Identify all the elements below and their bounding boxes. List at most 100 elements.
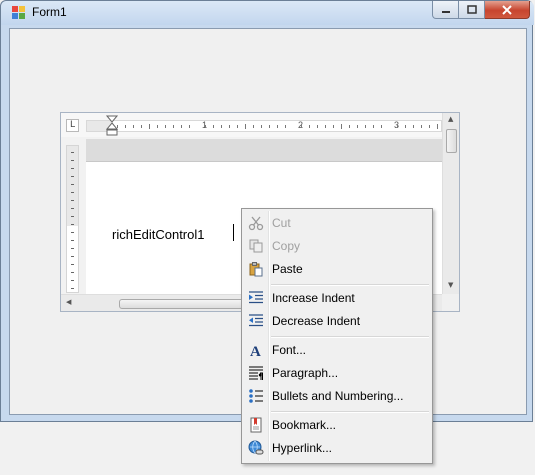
menu-item-label: Cut xyxy=(272,216,291,230)
menu-item-font[interactable]: A Font... xyxy=(244,339,430,361)
menu-item-paste[interactable]: Paste xyxy=(244,258,430,280)
menu-item-decrease-indent[interactable]: Decrease Indent xyxy=(244,310,430,332)
vertical-scroll-thumb[interactable] xyxy=(446,129,457,153)
ruler-tick xyxy=(285,125,286,128)
close-button[interactable] xyxy=(485,1,530,19)
horizontal-ruler[interactable]: 1 2 3 xyxy=(86,120,442,132)
ruler-tick xyxy=(189,125,190,128)
bullets-icon xyxy=(249,389,263,403)
ruler-tick xyxy=(317,125,318,128)
ruler-tick xyxy=(261,125,262,128)
ruler-tick xyxy=(229,125,230,128)
menu-item-cut[interactable]: Cut xyxy=(244,212,430,234)
ruler-tick xyxy=(421,125,422,128)
ruler-tick xyxy=(149,124,150,129)
tab-selector-button[interactable]: L xyxy=(66,119,79,132)
ruler-tick xyxy=(173,125,174,128)
menu-item-label: Decrease Indent xyxy=(272,314,361,328)
ruler-tick xyxy=(205,125,206,128)
ruler-tick xyxy=(71,192,74,193)
ruler-tick xyxy=(325,125,326,128)
ruler-tick xyxy=(381,125,382,128)
ruler-tick xyxy=(341,124,342,129)
ruler-tick xyxy=(71,200,74,201)
menu-item-bookmark[interactable]: Bookmark... xyxy=(244,414,430,436)
ruler-tick xyxy=(405,125,406,128)
menu-item-label: Font... xyxy=(272,343,307,357)
ruler-tick xyxy=(357,125,358,128)
minimize-icon xyxy=(441,10,450,13)
ruler-tick xyxy=(71,264,74,265)
copy-icon xyxy=(249,239,263,253)
indent-marker[interactable] xyxy=(106,115,118,137)
scroll-up-icon[interactable]: ▲ xyxy=(448,115,453,123)
title-bar[interactable]: Form1 xyxy=(1,1,534,25)
ruler-tick xyxy=(71,288,74,289)
menu-separator xyxy=(271,411,429,413)
menu-separator xyxy=(271,336,429,338)
scissors-icon xyxy=(248,216,264,231)
ruler-tick xyxy=(71,216,74,217)
menu-item-label: Paste xyxy=(272,262,303,276)
ruler-tick xyxy=(269,125,270,128)
ruler-tick xyxy=(333,125,334,128)
menu-item-copy[interactable]: Copy xyxy=(244,235,430,257)
minimize-button[interactable] xyxy=(432,1,459,19)
ruler-tick xyxy=(429,125,430,128)
maximize-icon xyxy=(466,5,477,14)
ruler-tick xyxy=(71,280,74,281)
ruler-tick xyxy=(71,256,74,257)
vertical-ruler[interactable] xyxy=(66,145,79,293)
increase-indent-icon xyxy=(249,291,263,304)
ruler-tick xyxy=(373,125,374,128)
scrollbar-corner xyxy=(442,294,459,311)
ruler-tick xyxy=(71,224,74,225)
ruler-tick xyxy=(181,125,182,128)
close-icon xyxy=(502,4,512,15)
maximize-button[interactable] xyxy=(459,1,485,19)
ruler-tick xyxy=(71,240,74,241)
font-icon: A xyxy=(250,344,261,358)
horizontal-scroll-thumb[interactable] xyxy=(119,299,261,309)
ruler-tick xyxy=(301,125,302,128)
document-text: richEditControl1 xyxy=(112,227,205,242)
paste-icon xyxy=(249,262,263,277)
ruler-tick xyxy=(397,125,398,128)
menu-item-label: Bullets and Numbering... xyxy=(272,389,404,403)
vertical-scrollbar[interactable]: ▲ ▼ xyxy=(442,113,459,295)
ruler-tick xyxy=(165,125,166,128)
menu-item-label: Bookmark... xyxy=(272,418,337,432)
window-title: Form1 xyxy=(32,5,67,19)
menu-item-bullets-numbering[interactable]: Bullets and Numbering... xyxy=(244,385,430,407)
horizontal-ruler-area: L 1 2 3 xyxy=(61,113,443,137)
decrease-indent-icon xyxy=(249,314,263,327)
scroll-left-icon[interactable]: ◀ xyxy=(66,298,71,306)
scroll-down-icon[interactable]: ▼ xyxy=(448,281,453,289)
ruler-tick xyxy=(253,125,254,128)
ruler-tick xyxy=(221,125,222,128)
bookmark-icon xyxy=(250,417,262,433)
menu-item-label: Hyperlink... xyxy=(272,441,333,455)
ruler-tick xyxy=(71,248,74,249)
ruler-tick xyxy=(309,125,310,128)
menu-item-hyperlink[interactable]: Hyperlink... xyxy=(244,437,430,459)
menu-item-increase-indent[interactable]: Increase Indent xyxy=(244,287,430,309)
ruler-tick xyxy=(71,160,74,161)
hyperlink-icon xyxy=(248,440,264,455)
ruler-tick xyxy=(71,152,74,153)
context-menu: Cut Copy Paste Increase Indent Decrease … xyxy=(241,208,433,464)
menu-item-paragraph[interactable]: Paragraph... xyxy=(244,362,430,384)
paragraph-icon xyxy=(249,366,263,380)
menu-separator xyxy=(271,284,429,286)
ruler-tick xyxy=(71,272,74,273)
app-icon xyxy=(12,6,26,20)
ruler-tick xyxy=(141,125,142,128)
ruler-tick xyxy=(71,184,74,185)
ruler-tick xyxy=(71,168,74,169)
ruler-tick xyxy=(133,125,134,128)
ruler-tick xyxy=(237,125,238,128)
caption-buttons xyxy=(432,1,530,19)
ruler-tick xyxy=(365,125,366,128)
ruler-tick xyxy=(71,232,74,233)
ruler-tick xyxy=(413,125,414,128)
